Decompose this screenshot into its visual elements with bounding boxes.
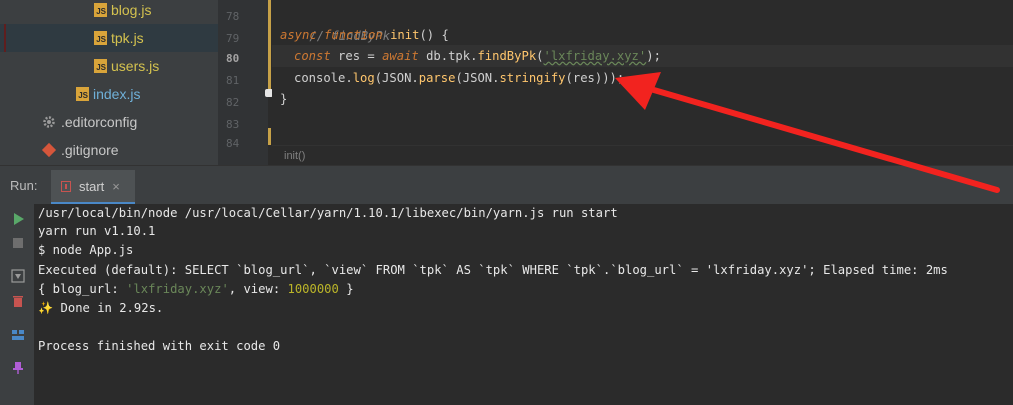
editor-gutter: 78 79 80 81 82 83 84 — [218, 0, 268, 165]
code-text: () { — [419, 28, 449, 42]
keyword: await — [382, 49, 419, 63]
console-number: 1000000 — [287, 282, 339, 296]
breadcrumb: init() — [272, 145, 1013, 166]
gear-icon — [43, 116, 55, 128]
console-text: { blog_url: — [38, 282, 127, 296]
code-editor[interactable]: // findByPk async function init() { cons… — [272, 0, 1013, 145]
tree-item-users-js[interactable]: JS users.js — [0, 52, 218, 80]
run-label: Run: — [10, 178, 38, 193]
tree-item-label: .editorconfig — [61, 114, 138, 130]
delete-icon[interactable] — [11, 294, 25, 308]
run-config-icon — [61, 180, 71, 192]
console-output[interactable]: /usr/local/bin/node /usr/local/Cellar/ya… — [38, 204, 1013, 405]
project-tree: JS blog.js JS tpk.js JS users.js JS inde… — [0, 0, 218, 165]
tab-start[interactable]: start × — [51, 170, 135, 204]
method-name: log — [352, 71, 375, 85]
tree-item-label: users.js — [111, 58, 160, 74]
tree-item-label: .gitignore — [61, 142, 119, 158]
console-line: /usr/local/bin/node /usr/local/Cellar/ya… — [38, 206, 618, 220]
code-text: db.tpk. — [418, 49, 478, 63]
console-string: 'lxfriday.xyz' — [126, 282, 229, 296]
tree-item-blog-js[interactable]: JS blog.js — [0, 0, 218, 24]
console-line: yarn run v1.10.1 — [38, 224, 156, 238]
line-number: 83 — [226, 118, 240, 131]
code-text: ( — [536, 49, 544, 63]
keyword: async function — [280, 28, 383, 42]
scroll-to-end-icon[interactable] — [11, 269, 25, 283]
tree-item-label: index.js — [93, 86, 141, 102]
breadcrumb-item[interactable]: init() — [284, 150, 305, 162]
js-file-icon: JS — [94, 31, 107, 45]
line-number: 82 — [226, 96, 240, 109]
tree-item-editorconfig[interactable]: .editorconfig — [0, 108, 218, 136]
console-line: $ node App.js — [38, 243, 134, 257]
run-icon[interactable] — [11, 212, 25, 226]
console-line: Process finished with exit code 0 — [38, 339, 281, 353]
console-line: Executed (default): SELECT `blog_url`, `… — [38, 263, 948, 277]
method-name: parse — [418, 71, 456, 85]
js-file-icon: JS — [94, 59, 107, 73]
console-line-result: { blog_url: 'lxfriday.xyz', view: 100000… — [38, 280, 354, 298]
run-toolbar — [0, 204, 34, 405]
code-line-80: const res = await db.tpk.findByPk('lxfri… — [294, 45, 661, 67]
console-line-done: ✨ Done in 2.92s. — [38, 299, 163, 317]
line-number: 79 — [226, 32, 240, 45]
code-text: (JSON. — [374, 71, 419, 85]
tree-item-gitignore[interactable]: .gitignore — [0, 136, 218, 164]
tree-item-label: blog.js — [111, 2, 152, 18]
git-icon — [41, 142, 57, 158]
line-number: 84 — [226, 137, 240, 150]
string-literal: 'lxfriday.xyz' — [543, 49, 647, 63]
code-line-79: async function init() { — [280, 24, 449, 46]
run-panel-header: Run: start × — [0, 165, 1013, 205]
method-name: findByPk — [477, 49, 537, 63]
code-line-81: console.log(JSON.parse(JSON.stringify(re… — [294, 67, 624, 89]
tree-item-tpk-js[interactable]: JS tpk.js — [0, 24, 218, 52]
code-text: ); — [646, 49, 661, 63]
close-icon[interactable]: × — [112, 179, 120, 194]
js-file-icon: JS — [94, 3, 107, 17]
console-text: , view: — [228, 282, 288, 296]
stop-icon[interactable] — [11, 236, 25, 250]
function-name: init — [390, 28, 420, 42]
tree-item-index-js[interactable]: JS index.js — [0, 80, 218, 108]
code-text: (res))); — [565, 71, 625, 85]
pin-icon[interactable] — [11, 361, 25, 375]
method-name: stringify — [499, 71, 566, 85]
code-text: (JSON. — [455, 71, 500, 85]
code-text: } — [280, 92, 288, 106]
js-file-icon: JS — [76, 87, 89, 101]
tree-item-label: tpk.js — [111, 30, 144, 46]
line-number: 78 — [226, 10, 240, 23]
line-number-current: 80 — [226, 52, 240, 65]
code-line-82: } — [280, 88, 287, 110]
fold-indicator — [268, 0, 271, 92]
fold-indicator — [268, 128, 271, 145]
layout-icon[interactable] — [11, 328, 25, 342]
console-text: Done in 2.92s. — [53, 301, 164, 315]
code-text: res = — [330, 49, 383, 63]
console-text: } — [338, 282, 354, 296]
keyword: const — [294, 49, 331, 63]
tab-label: start — [79, 178, 105, 194]
line-number: 81 — [226, 74, 240, 87]
code-text: console. — [294, 71, 353, 85]
sparkles-icon: ✨ — [38, 301, 54, 315]
